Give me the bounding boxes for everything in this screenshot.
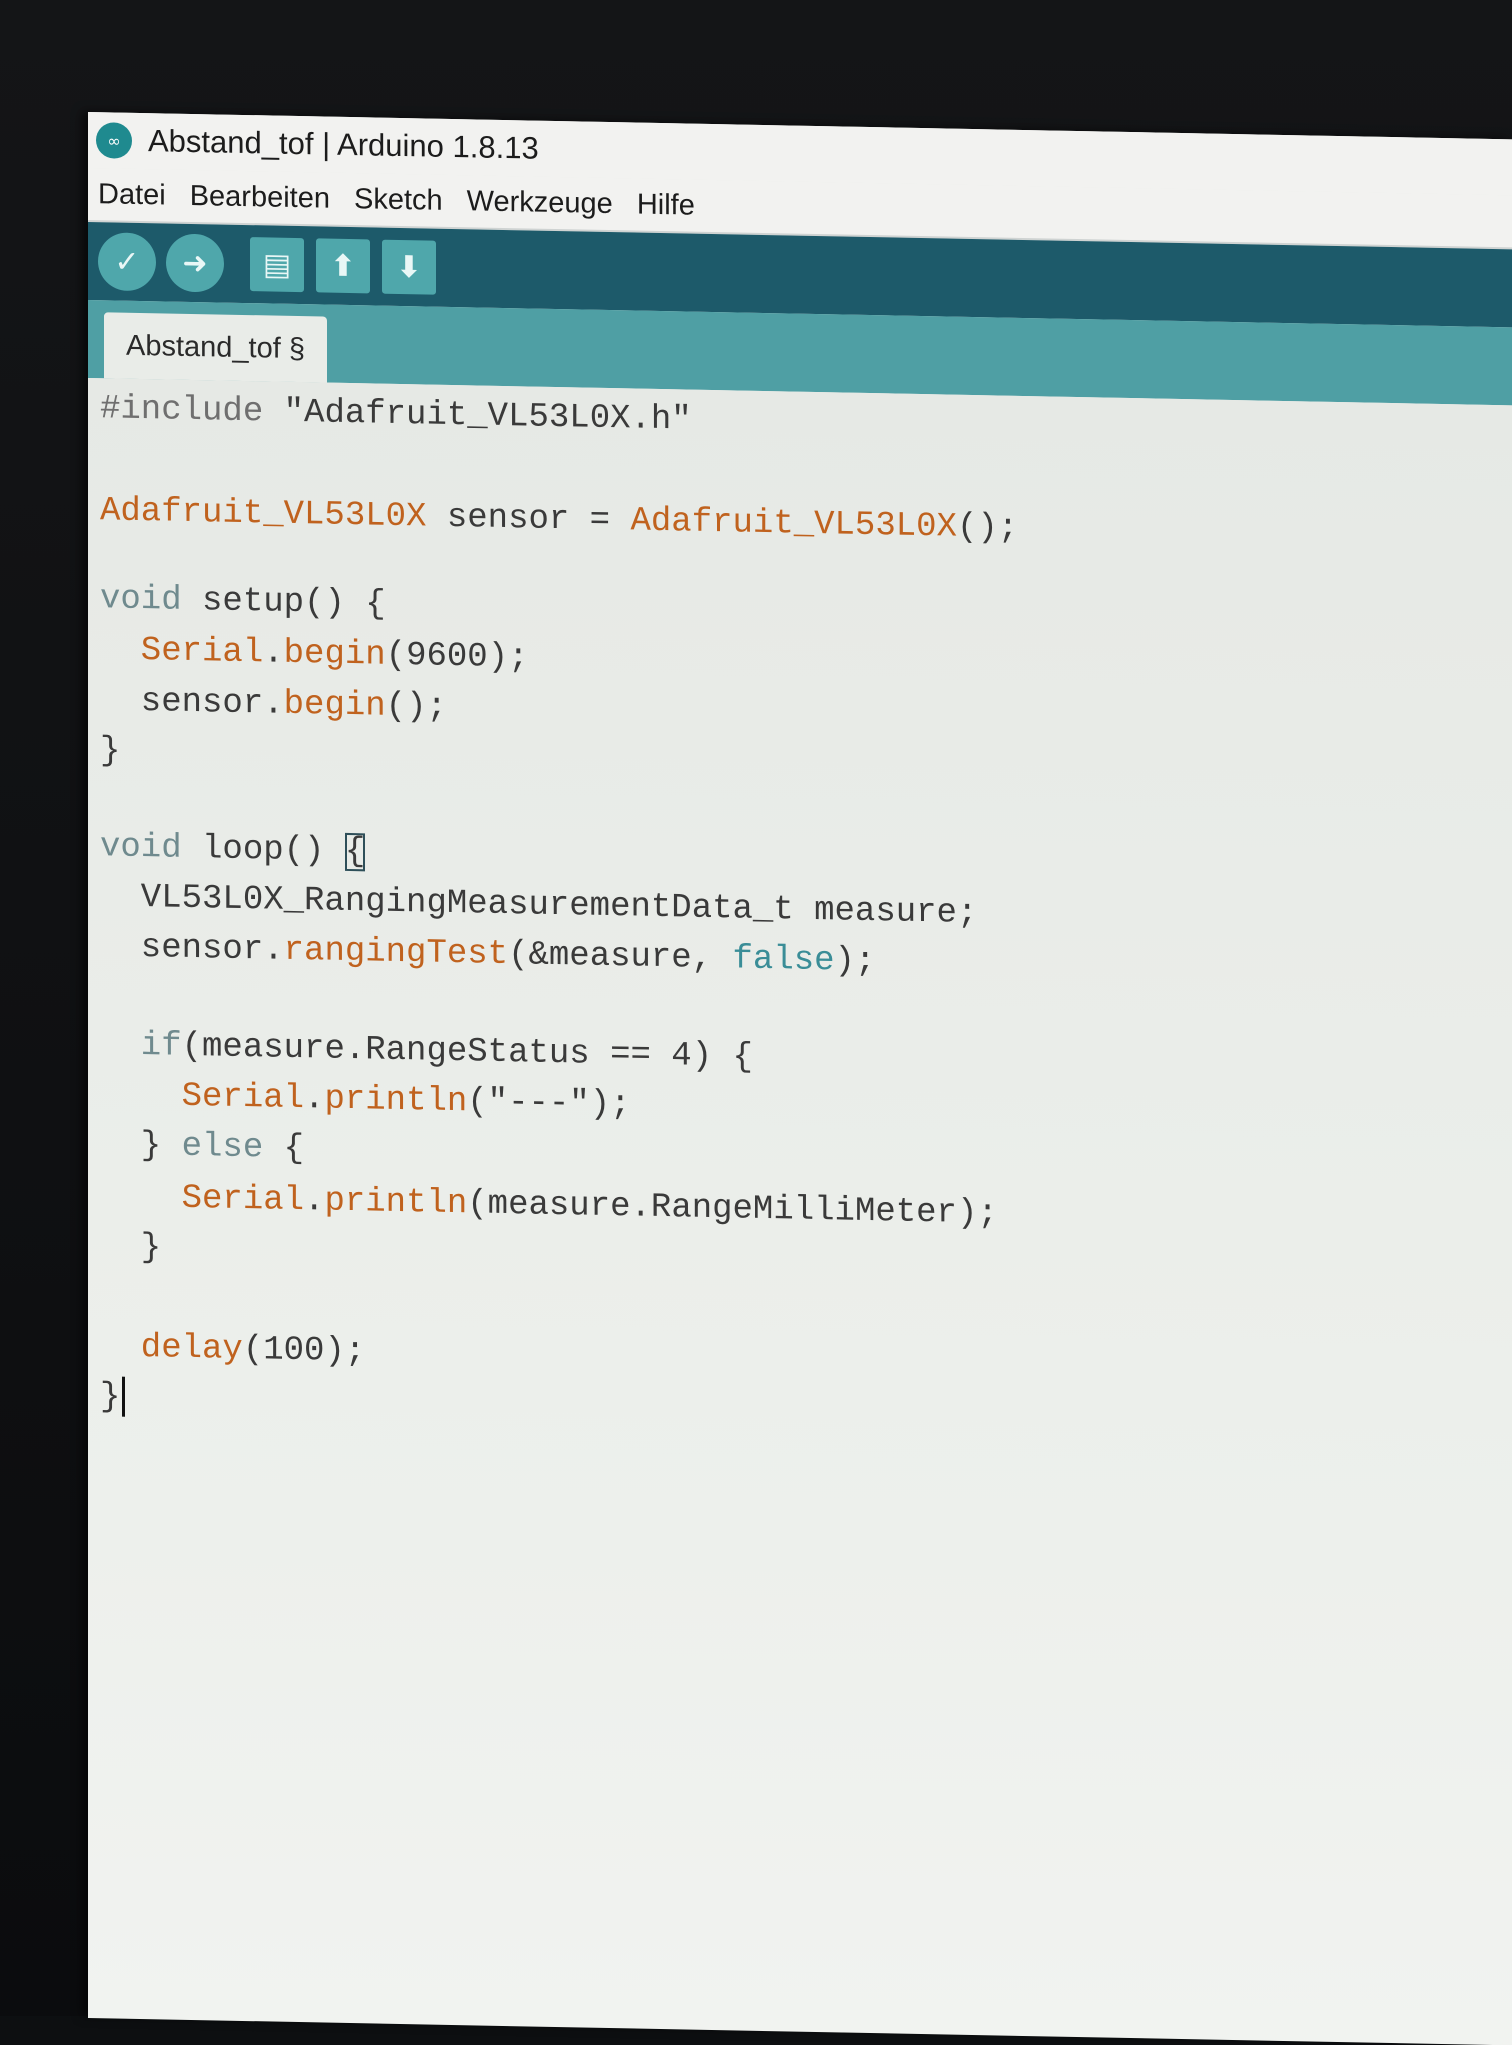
code-line-12: sensor.rangingTest(&measure, false); — [100, 924, 875, 985]
code-token: VL53L0X_RangingMeasurementData_t measure… — [100, 878, 977, 933]
code-line-8: } — [100, 728, 120, 774]
code-token: false — [733, 940, 835, 980]
code-token: delay — [100, 1328, 243, 1369]
code-token: Adafruit_VL53L0X — [100, 492, 426, 536]
verify-button[interactable]: ✓ — [98, 232, 156, 291]
menu-bearbeiten[interactable]: Bearbeiten — [190, 179, 330, 215]
code-line-14: if(measure.RangeStatus == 4) { — [100, 1022, 753, 1081]
code-token: . — [304, 1182, 324, 1220]
code-token: { — [263, 1129, 304, 1168]
code-token: if — [100, 1026, 182, 1066]
code-token: . — [263, 634, 283, 672]
new-file-icon: ▤ — [263, 247, 291, 283]
code-token: . — [304, 1080, 324, 1118]
code-token: begin — [284, 686, 386, 726]
code-line-1: #include "Adafruit_VL53L0X.h" — [100, 386, 692, 443]
arrow-up-icon: ⬆ — [330, 248, 355, 283]
window-title: Abstand_tof | Arduino 1.8.13 — [148, 123, 539, 167]
code-token: begin — [284, 635, 386, 675]
code-line-7: sensor.begin(); — [100, 678, 447, 731]
monitor-bezel: ∞ Abstand_tof | Arduino 1.8.13 Datei Bea… — [0, 0, 1512, 2016]
code-token: sensor. — [100, 682, 284, 724]
code-token: void — [100, 828, 182, 868]
code-line-18: } — [100, 1224, 161, 1271]
code-token: (100); — [243, 1331, 365, 1371]
new-sketch-button[interactable]: ▤ — [250, 237, 304, 292]
code-token: } — [100, 1228, 161, 1267]
code-token: "Adafruit_VL53L0X.h" — [263, 393, 691, 439]
arrow-right-icon: ➜ — [182, 245, 207, 280]
code-token: sensor. — [100, 928, 284, 970]
code-token: (&measure, — [508, 936, 732, 978]
code-token: (measure.RangeMilliMeter); — [467, 1185, 998, 1233]
code-token: println — [324, 1081, 467, 1122]
code-token: void — [100, 580, 182, 620]
text-cursor — [122, 1377, 125, 1417]
code-token: (measure.RangeStatus == 4) { — [182, 1028, 753, 1077]
code-token: loop() — [182, 830, 345, 871]
checkmark-icon: ✓ — [114, 244, 139, 279]
code-token: Serial — [100, 1178, 304, 1220]
code-token: } — [100, 1378, 120, 1416]
tab-label: Abstand_tof § — [126, 329, 305, 365]
code-token: } — [100, 1126, 182, 1166]
code-line-21: } — [100, 1374, 125, 1420]
code-token: rangingTest — [284, 932, 508, 974]
code-token: Adafruit_VL53L0X — [631, 502, 957, 546]
code-token: #include — [100, 390, 263, 431]
arduino-logo-icon: ∞ — [96, 122, 132, 159]
code-line-16: } else { — [100, 1122, 304, 1172]
tab-abstand-tof[interactable]: Abstand_tof § — [104, 312, 327, 382]
code-line-17: Serial.println(measure.RangeMilliMeter); — [100, 1174, 998, 1237]
matched-bracket: { — [345, 833, 365, 871]
arduino-ide-window: ∞ Abstand_tof | Arduino 1.8.13 Datei Bea… — [88, 112, 1512, 2043]
menu-hilfe[interactable]: Hilfe — [637, 188, 695, 222]
code-token: ); — [835, 942, 876, 981]
code-token: (); — [957, 509, 1018, 548]
code-line-15: Serial.println("---"); — [100, 1072, 631, 1128]
code-line-3: Adafruit_VL53L0X sensor = Adafruit_VL53L… — [100, 488, 1018, 552]
code-line-10: void loop() { — [100, 824, 365, 875]
code-line-20: delay(100); — [100, 1324, 365, 1375]
code-line-5: void setup() { — [100, 576, 386, 627]
code-token: ("---"); — [467, 1083, 630, 1124]
menu-sketch[interactable]: Sketch — [354, 183, 443, 218]
menu-datei[interactable]: Datei — [98, 178, 166, 212]
code-token: println — [324, 1183, 467, 1224]
code-token: (); — [386, 688, 447, 727]
code-token: Serial — [100, 631, 263, 672]
open-sketch-button[interactable]: ⬆ — [316, 238, 370, 293]
code-token: } — [100, 732, 120, 770]
save-sketch-button[interactable]: ⬇ — [382, 240, 436, 295]
code-token: sensor = — [426, 498, 630, 540]
menu-werkzeuge[interactable]: Werkzeuge — [467, 185, 613, 221]
upload-button[interactable]: ➜ — [166, 233, 224, 292]
code-token: else — [182, 1128, 264, 1168]
code-editor[interactable]: #include "Adafruit_VL53L0X.h" Adafruit_V… — [88, 378, 1512, 2045]
code-token: setup() { — [182, 582, 386, 624]
code-line-6: Serial.begin(9600); — [100, 627, 529, 681]
code-token: Serial — [100, 1076, 304, 1118]
code-token: (9600); — [386, 637, 529, 678]
arrow-down-icon: ⬇ — [396, 249, 421, 284]
